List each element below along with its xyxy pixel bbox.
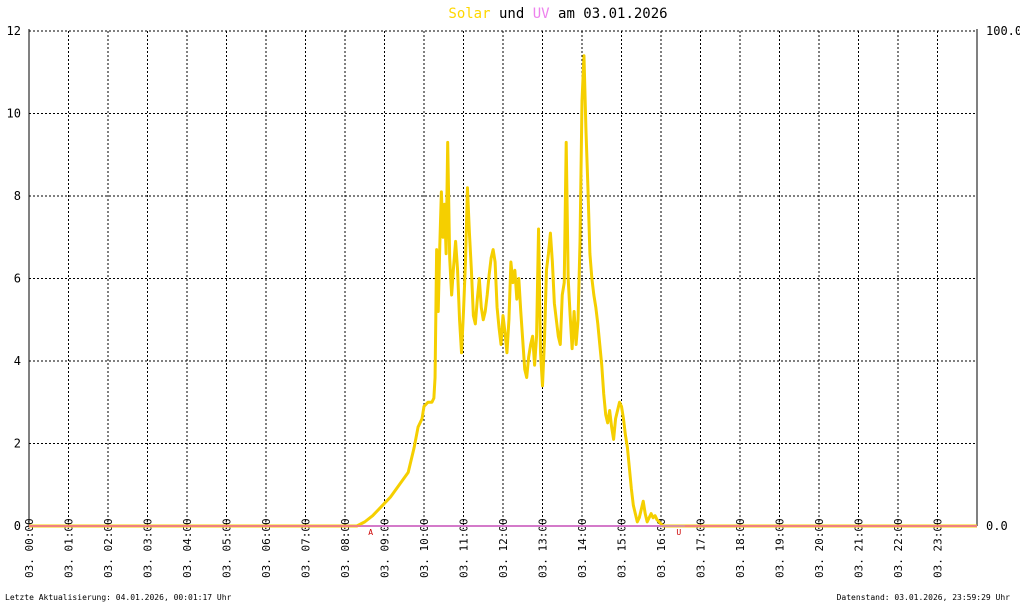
x-tick-label: 03. 11:00 — [458, 518, 471, 578]
chart-title: Solar und UV am 03.01.2026 — [448, 6, 667, 22]
grid — [29, 30, 977, 526]
title-und: und — [499, 6, 524, 22]
y-tick-label-left: 2 — [14, 437, 21, 451]
x-tick-label: 03. 14:00 — [576, 518, 589, 578]
y-tick-label-left: 8 — [14, 189, 21, 203]
y-tick-label-left: 4 — [14, 354, 21, 368]
solar-uv-chart: Solar und UV am 03.01.2026 0 2 4 6 8 10 12 0.0 1… — [7, 6, 1020, 578]
y-tick-label-left: 10 — [7, 107, 21, 121]
y-tick-label-right: 0.0 — [986, 519, 1008, 533]
footer-last-update: Letzte Aktualisierung: 04.01.2026, 00:01… — [5, 593, 232, 602]
marker-a: A — [368, 528, 373, 537]
y-tick-label-left: 6 — [14, 272, 21, 286]
y-tick-label-right: 100.0 — [986, 24, 1020, 38]
title-solar: Solar — [448, 6, 490, 22]
x-tick-label: 03. 09:00 — [379, 518, 392, 578]
x-tick-label: 03. 10:00 — [418, 518, 431, 578]
x-tick-label: 03. 15:00 — [616, 518, 629, 578]
marker-u: U — [676, 528, 681, 537]
y-tick-label-left: 0 — [14, 519, 21, 533]
title-uv: UV — [533, 6, 550, 22]
footer-data-status: Datenstand: 03.01.2026, 23:59:29 Uhr — [836, 593, 1010, 602]
x-tick-label: 03. 12:00 — [497, 518, 510, 578]
x-tick-label: 03. 13:00 — [537, 518, 550, 578]
title-date: am 03.01.2026 — [558, 6, 668, 22]
y-tick-label-left: 12 — [7, 24, 21, 38]
axes: 0246810120.0100.003. 00:00 03. 01:00 03. 0… — [7, 24, 1020, 578]
markers: AU — [368, 528, 681, 537]
